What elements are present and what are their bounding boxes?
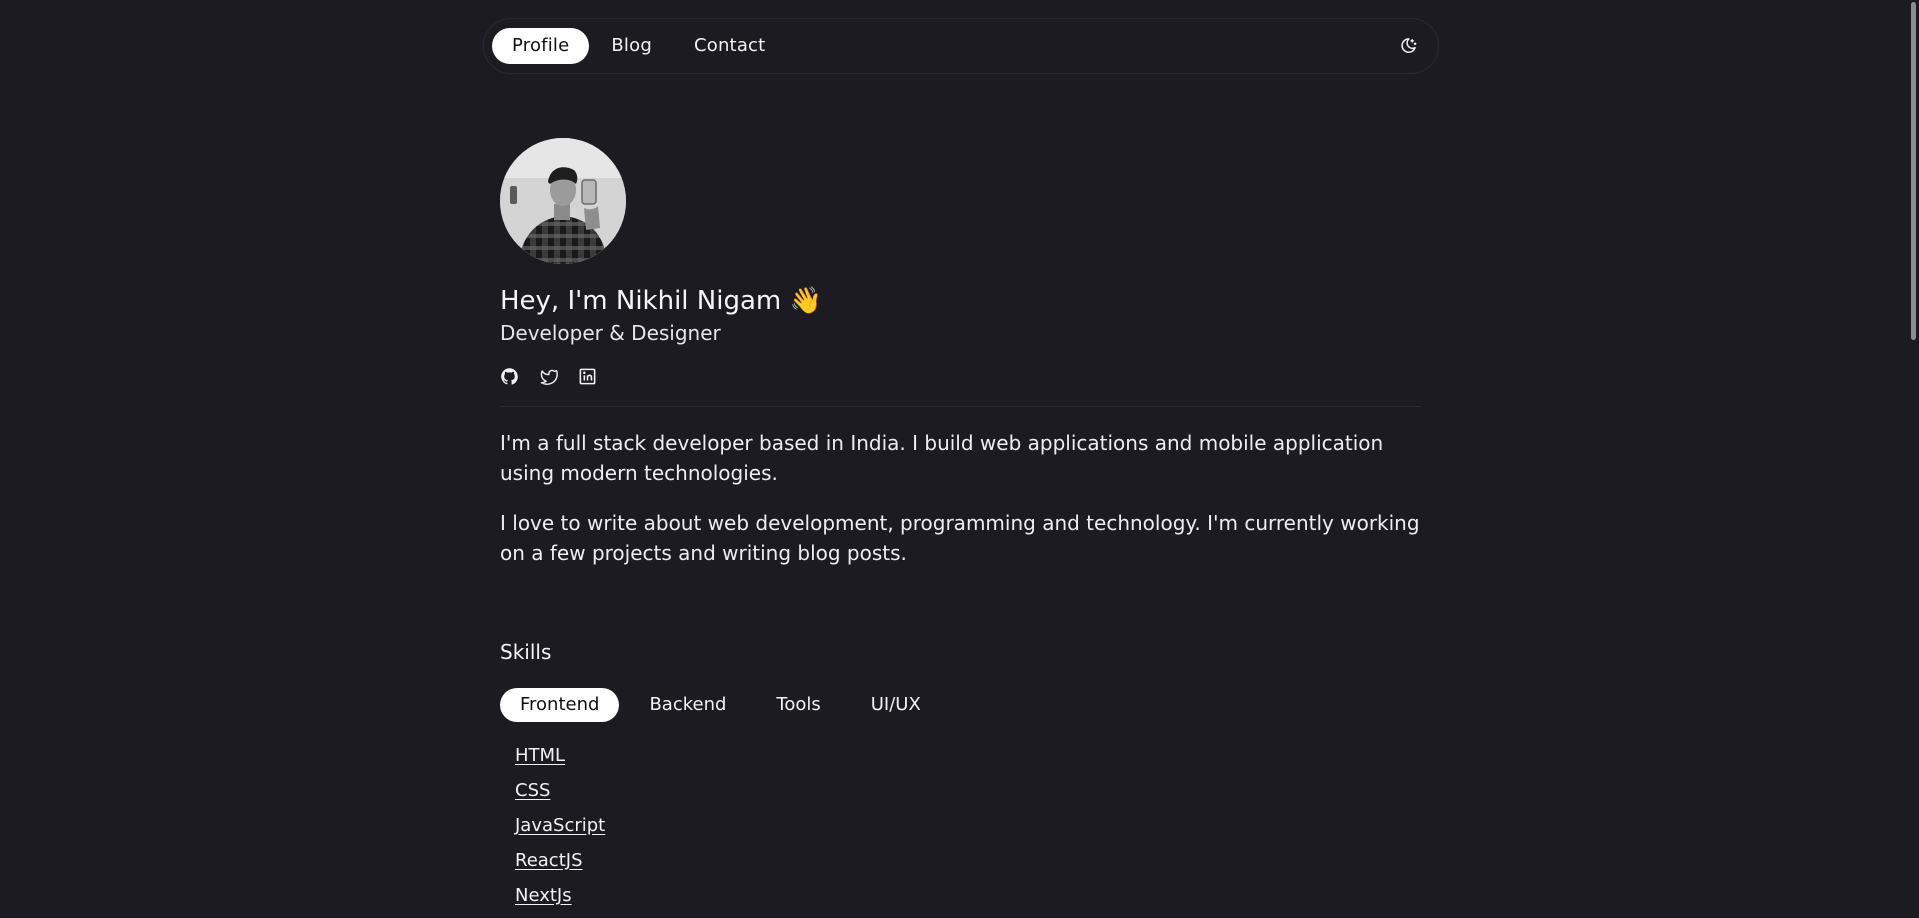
skills-heading: Skills: [500, 640, 552, 664]
tab-tools[interactable]: Tools: [756, 688, 840, 722]
skills-tabs: Frontend Backend Tools UI/UX: [500, 688, 941, 722]
skill-link-html[interactable]: HTML: [515, 745, 565, 766]
skill-link-javascript[interactable]: JavaScript: [515, 815, 605, 836]
list-item: NextJs: [515, 883, 605, 918]
bio-paragraph-2: I love to write about web development, p…: [500, 511, 1420, 565]
nav-links: Profile Blog Contact: [492, 28, 785, 64]
github-icon[interactable]: [500, 367, 519, 386]
profile-photo: [500, 138, 626, 264]
profile-subtitle: Developer & Designer: [500, 321, 721, 345]
tab-frontend[interactable]: Frontend: [500, 688, 620, 722]
scrollbar-thumb[interactable]: [1911, 2, 1916, 340]
nav-blog-link[interactable]: Blog: [591, 28, 672, 64]
profile-avatar: [500, 138, 626, 264]
tab-backend[interactable]: Backend: [629, 688, 746, 722]
wave-emoji: 👋: [789, 286, 822, 316]
list-item: CSS: [515, 778, 605, 813]
moon-stars-icon: [1401, 38, 1417, 53]
skill-link-nextjs[interactable]: NextJs: [515, 885, 572, 906]
list-item: JavaScript: [515, 813, 605, 848]
skill-link-reactjs[interactable]: ReactJS: [515, 850, 583, 871]
twitter-icon[interactable]: [539, 367, 558, 386]
bio-paragraph-1: I'm a full stack developer based in Indi…: [500, 431, 1384, 485]
nav-profile-tab[interactable]: Profile: [492, 28, 590, 64]
skills-list: HTML CSS JavaScript ReactJS NextJs: [515, 743, 605, 918]
page-title: Hey, I'm Nikhil Nigam 👋: [500, 283, 822, 319]
nav-contact-link[interactable]: Contact: [674, 28, 785, 64]
social-links: [500, 367, 597, 386]
list-item: HTML: [515, 743, 605, 778]
list-item: ReactJS: [515, 848, 605, 883]
section-divider: [500, 406, 1421, 407]
headline-text: Hey, I'm Nikhil Nigam: [500, 286, 782, 316]
top-navbar: Profile Blog Contact: [483, 18, 1439, 74]
tab-ui-ux[interactable]: UI/UX: [851, 688, 941, 722]
theme-toggle-button[interactable]: [1396, 34, 1420, 58]
page-scrollbar[interactable]: [1907, 0, 1919, 912]
linkedin-icon[interactable]: [578, 367, 597, 386]
skill-link-css[interactable]: CSS: [515, 780, 550, 801]
